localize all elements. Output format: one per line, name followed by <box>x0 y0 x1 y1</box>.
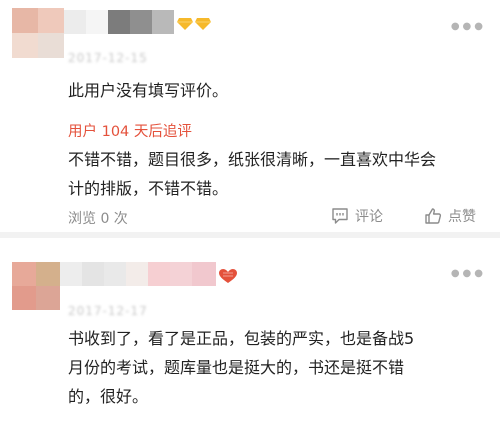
like-button[interactable]: 点赞 <box>424 206 476 226</box>
review-card: ●●● 2017-12-15 此用户没有填写评价。 用户 104 天后追评 不错… <box>0 0 500 230</box>
more-options-icon[interactable]: ●●● <box>451 22 486 32</box>
review-text-line-2: 月份的考试，题库量也是挺大的，书还是挺不错 <box>68 358 405 377</box>
heart-icon <box>219 269 237 283</box>
review-footer: 浏览 0 次 评论 点赞 <box>68 206 486 228</box>
more-options-icon[interactable]: ●●● <box>451 269 486 279</box>
diamond-icon <box>177 18 193 30</box>
review-text-line-3: 的，很好。 <box>68 387 149 406</box>
username-blurred <box>60 262 216 286</box>
followup-text-line-2: 计的排版，不错不错。 <box>68 179 229 198</box>
user-avatar-blurred <box>12 8 64 58</box>
review-card: ●●● 2017-12-17 书收到了，看了是正品，包装的严实，也是备战5 月份… <box>0 238 500 421</box>
review-text-line-1: 书收到了，看了是正品，包装的严实，也是备战5 <box>68 329 415 348</box>
comment-icon <box>332 208 348 224</box>
comment-label: 评论 <box>355 209 383 225</box>
comment-button[interactable]: 评论 <box>331 206 383 226</box>
thumbs-up-icon <box>425 208 442 224</box>
view-count: 浏览 0 次 <box>68 211 128 227</box>
review-date: 2017-12-17 <box>68 304 148 318</box>
username-blurred <box>64 10 182 34</box>
review-default-text: 此用户没有填写评价。 <box>68 81 229 100</box>
review-date: 2017-12-15 <box>68 51 148 65</box>
followup-text-line-1: 不错不错，题目很多，纸张很清晰，一直喜欢中华会 <box>68 150 437 169</box>
like-label: 点赞 <box>448 209 476 225</box>
diamond-icon <box>195 18 211 30</box>
user-avatar-blurred <box>12 262 60 310</box>
followup-label: 用户 104 天后追评 <box>68 124 192 140</box>
